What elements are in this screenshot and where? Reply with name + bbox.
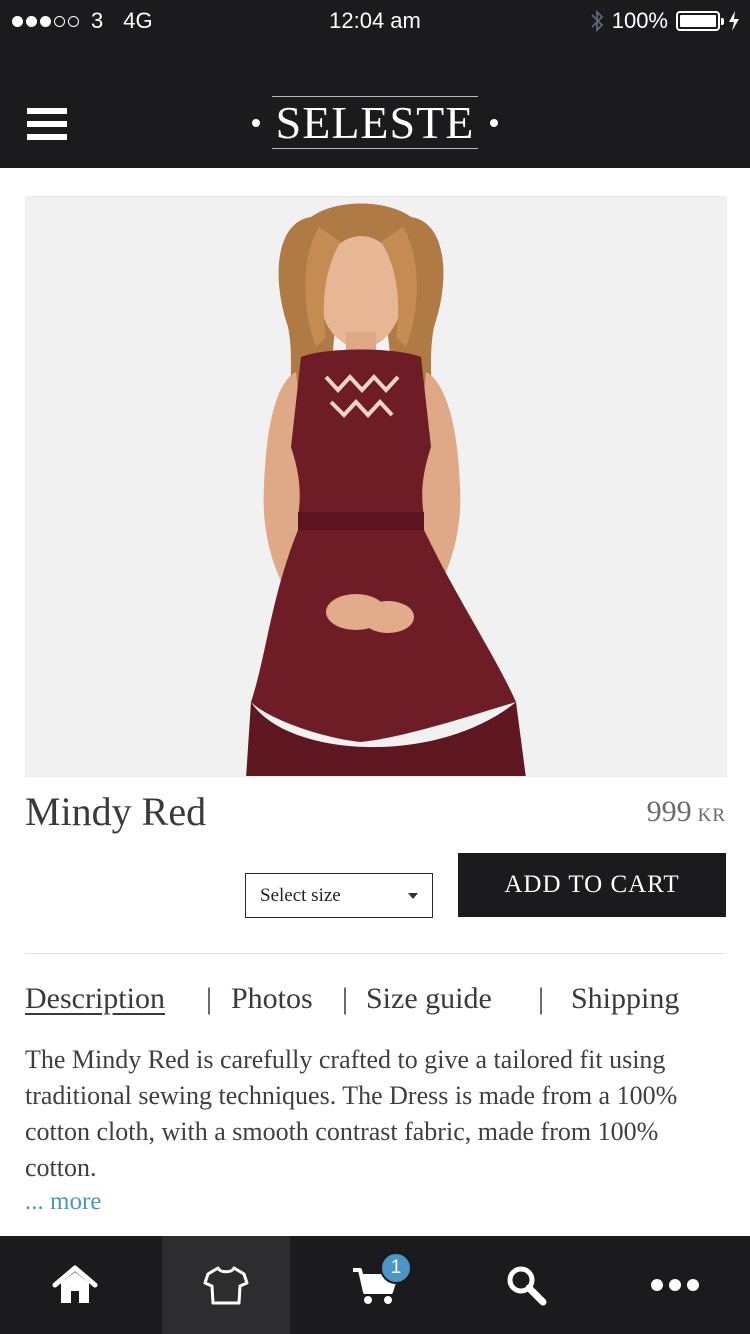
- tab-shipping[interactable]: Shipping: [571, 982, 679, 1016]
- status-right: 100%: [590, 8, 740, 34]
- cart-count-badge: 1: [380, 1252, 412, 1284]
- status-bar: 3 4G 12:04 am 100%: [0, 0, 750, 40]
- price-amount: 999: [646, 795, 692, 828]
- add-to-cart-button[interactable]: ADD TO CART: [458, 853, 726, 917]
- battery-percent: 100%: [611, 8, 668, 33]
- product-title: Mindy Red: [25, 789, 207, 834]
- tab-description[interactable]: Description: [25, 982, 165, 1016]
- tab-bar-more[interactable]: [610, 1236, 740, 1334]
- tab-bar-shop[interactable]: [162, 1236, 290, 1334]
- tab-separator: |: [538, 982, 545, 1015]
- caret-down-icon: [408, 893, 418, 899]
- tab-bar-home[interactable]: [10, 1236, 140, 1334]
- home-icon: [52, 1265, 98, 1303]
- product-description: The Mindy Red is carefully crafted to gi…: [25, 1045, 678, 1182]
- product-price: 999 KR: [647, 795, 726, 829]
- battery-icon: [676, 11, 724, 31]
- tab-separator: |: [206, 982, 213, 1015]
- brand-name: SELESTE: [271, 96, 479, 149]
- app-header: SELESTE: [0, 40, 750, 168]
- logo-dot-icon: [251, 118, 260, 127]
- bluetooth-icon: [591, 9, 603, 33]
- size-select[interactable]: Select size: [245, 873, 433, 918]
- product-tabs: Description | Photos | Size guide | Ship…: [25, 982, 725, 1022]
- more-link[interactable]: ... more: [25, 1188, 101, 1216]
- charging-icon: [729, 11, 739, 31]
- shirt-icon: [203, 1266, 249, 1305]
- search-icon: [507, 1266, 547, 1306]
- tab-separator: |: [342, 982, 349, 1015]
- tab-bar-cart[interactable]: 1: [310, 1236, 440, 1334]
- price-currency: KR: [697, 805, 726, 826]
- tab-bar-search[interactable]: [462, 1236, 590, 1334]
- brand-logo[interactable]: SELESTE: [0, 96, 750, 149]
- model-photo: [246, 203, 526, 776]
- logo-dot-icon: [490, 118, 499, 127]
- product-image[interactable]: [25, 196, 727, 777]
- size-select-label: Select size: [260, 884, 341, 906]
- divider: [25, 953, 726, 954]
- more-icon: [651, 1279, 699, 1291]
- tab-size-guide[interactable]: Size guide: [366, 982, 492, 1016]
- bottom-tab-bar: 1: [0, 1236, 750, 1334]
- tab-photos[interactable]: Photos: [231, 982, 313, 1016]
